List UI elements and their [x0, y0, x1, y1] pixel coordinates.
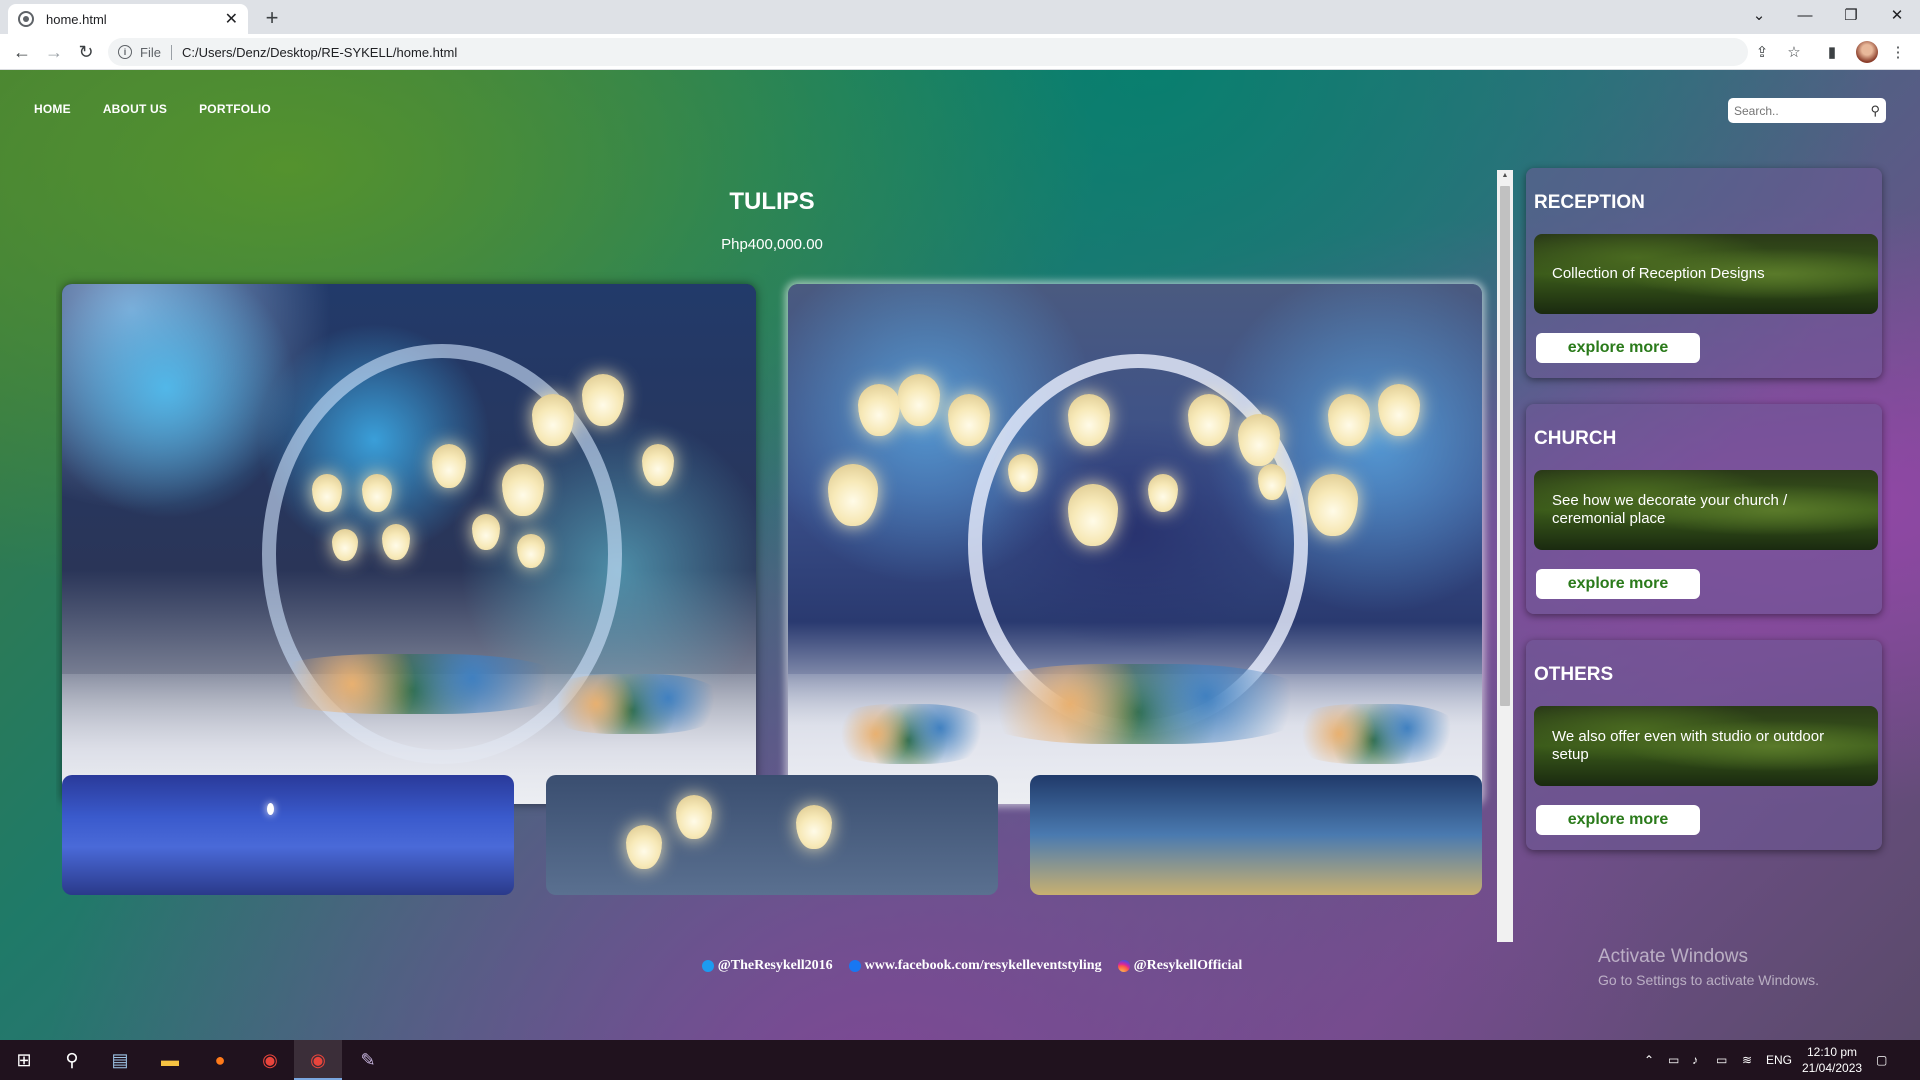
facebook-icon [848, 960, 861, 972]
clock-time: 12:10 pm [1807, 1045, 1858, 1059]
address-url: C:/Users/Denz/Desktop/RE-SYKELL/home.htm… [181, 44, 458, 60]
reload-icon[interactable]: ↻ [74, 40, 98, 64]
globe-icon [18, 11, 34, 27]
search-input[interactable] [1734, 103, 1871, 118]
main-nav: HOME ABOUT US PORTFOLIO [34, 102, 271, 116]
product-thumbnail-1[interactable] [62, 775, 514, 895]
card-title: RECEPTION [1534, 192, 1645, 213]
card-title: OTHERS [1534, 664, 1614, 685]
windows-start-icon[interactable]: ⊞ [10, 1046, 38, 1074]
notifications-icon[interactable]: ▢ [1876, 1040, 1887, 1080]
twitter-icon [701, 960, 714, 972]
chrome-icon[interactable]: ◉ [256, 1046, 284, 1074]
wifi-icon[interactable]: ≋ [1742, 1040, 1752, 1080]
profile-avatar[interactable] [1856, 41, 1878, 63]
search-icon[interactable]: ⚲ [1870, 103, 1880, 119]
volume-icon[interactable]: ♪ [1692, 1040, 1698, 1080]
explore-more-reception-button[interactable]: explore more [1536, 333, 1700, 363]
facebook-url: www.facebook.com/resykelleventstyling [864, 958, 1102, 973]
restore-button[interactable]: ❐ [1828, 0, 1874, 30]
close-tab-icon[interactable]: ✕ [225, 9, 238, 29]
browser-tab-strip: home.html ✕ + ⌄ — ❐ ✕ [0, 0, 1920, 34]
instagram-handle: @ResykellOfficial [1133, 958, 1243, 973]
forward-icon[interactable]: → [42, 40, 66, 64]
system-clock[interactable]: 12:10 pm 21/04/2023 [1802, 1044, 1862, 1076]
card-description: See how we decorate your church / ceremo… [1534, 470, 1878, 550]
watermark-subtitle: Go to Settings to activate Windows. [1598, 972, 1819, 988]
card-church: CHURCH See how we decorate your church /… [1526, 404, 1882, 614]
back-icon[interactable]: ← [10, 40, 34, 64]
windows-taskbar: ⊞ ⚲ ▤ ▬ ● ◉ ◉ ✎ ⌃ ▭ ♪ ▭ ≋ ENG 12:10 pm 2… [0, 1040, 1920, 1080]
meet-icon[interactable]: ▭ [1668, 1040, 1679, 1080]
address-scheme: File [140, 44, 172, 60]
card-description: Collection of Reception Designs [1534, 234, 1878, 314]
file-explorer-icon[interactable]: ▬ [156, 1046, 184, 1074]
clock-date: 21/04/2023 [1802, 1061, 1863, 1075]
nav-portfolio[interactable]: PORTFOLIO [199, 102, 271, 116]
address-bar[interactable]: i File C:/Users/Denz/Desktop/RE-SYKELL/h… [108, 38, 1748, 66]
bookmark-star-icon[interactable]: ☆ [1784, 42, 1804, 62]
product-photo-1[interactable] [62, 284, 756, 804]
tray-expand-icon[interactable]: ⌃ [1644, 1040, 1654, 1080]
language-indicator[interactable]: ENG [1766, 1040, 1792, 1080]
explore-more-others-button[interactable]: explore more [1536, 805, 1700, 835]
browser-tab[interactable]: home.html ✕ [8, 4, 248, 34]
product-price: Php400,000.00 [721, 236, 823, 253]
share-icon[interactable]: ⇪ [1752, 42, 1772, 62]
side-panel-icon[interactable]: ▮ [1822, 42, 1842, 62]
new-tab-button[interactable]: + [258, 4, 286, 32]
instagram-icon [1117, 960, 1130, 972]
watermark-title: Activate Windows [1598, 946, 1748, 967]
card-title: CHURCH [1534, 428, 1617, 449]
product-title: TULIPS [729, 188, 815, 215]
nav-about-us[interactable]: ABOUT US [103, 102, 167, 116]
product-photo-2[interactable] [788, 284, 1482, 804]
browser-toolbar: ← → ↻ i File C:/Users/Denz/Desktop/RE-SY… [0, 34, 1920, 70]
product-panel: TULIPS Php400,000.00 [56, 170, 1502, 942]
product-thumbnail-3[interactable] [1030, 775, 1482, 895]
chrome-active-icon[interactable]: ◉ [304, 1046, 332, 1074]
menu-kebab-icon[interactable]: ⋮ [1888, 42, 1908, 62]
notepad-icon[interactable]: ▤ [106, 1046, 134, 1074]
explore-more-church-button[interactable]: explore more [1536, 569, 1700, 599]
search-box: ⚲ [1728, 98, 1886, 123]
paint-icon[interactable]: ✎ [354, 1046, 382, 1074]
scroll-up-arrow-icon[interactable]: ▲ [1500, 172, 1510, 182]
close-window-button[interactable]: ✕ [1874, 0, 1920, 30]
minimize-button[interactable]: — [1782, 0, 1828, 30]
card-others: OTHERS We also offer even with studio or… [1526, 640, 1882, 850]
product-thumbnail-2[interactable] [546, 775, 998, 895]
nav-home[interactable]: HOME [34, 102, 71, 116]
page-viewport: HOME ABOUT US PORTFOLIO ⚲ TULIPS Php400,… [0, 70, 1920, 1040]
instagram-link[interactable]: @ResykellOfficial [1117, 956, 1243, 976]
tab-search-icon[interactable]: ⌄ [1736, 0, 1782, 30]
info-icon[interactable]: i [118, 45, 132, 59]
card-description: We also offer even with studio or outdoo… [1534, 706, 1878, 786]
firefox-icon[interactable]: ● [206, 1046, 234, 1074]
search-icon[interactable]: ⚲ [58, 1046, 86, 1074]
card-reception: RECEPTION Collection of Reception Design… [1526, 168, 1882, 378]
activate-windows-watermark: Activate Windows Go to Settings to activ… [1598, 946, 1819, 988]
tab-title: home.html [46, 11, 107, 27]
battery-icon[interactable]: ▭ [1716, 1040, 1727, 1080]
twitter-link[interactable]: @TheResykell2016 [701, 956, 833, 976]
scrollbar-thumb[interactable] [1500, 186, 1510, 706]
facebook-link[interactable]: www.facebook.com/resykelleventstyling [848, 956, 1102, 976]
twitter-handle: @TheResykell2016 [717, 958, 833, 973]
